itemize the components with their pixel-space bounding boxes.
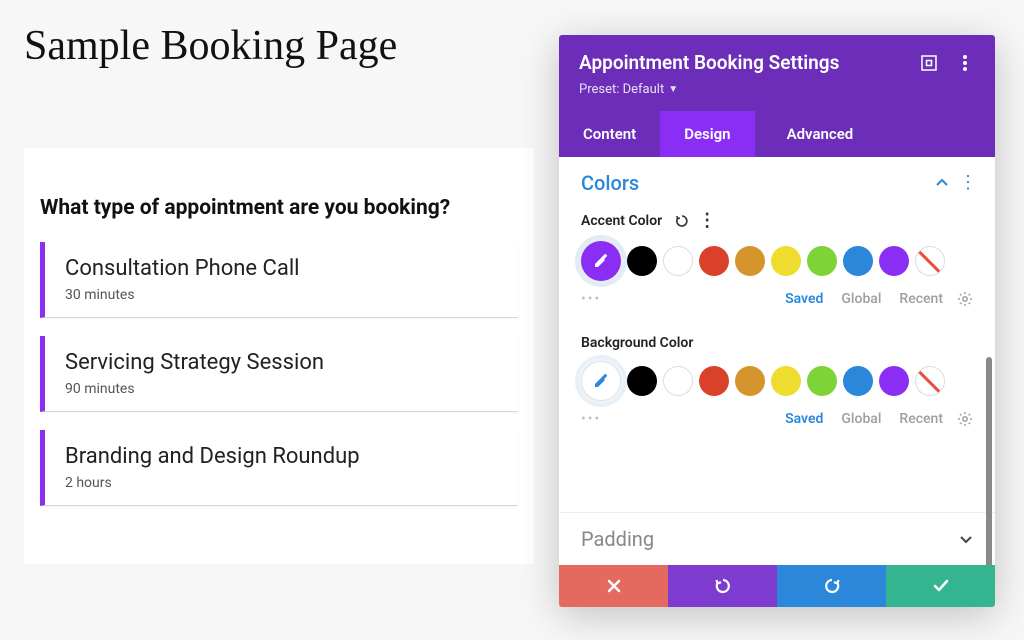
palette-tab-recent[interactable]: Recent: [899, 291, 943, 307]
color-swatch[interactable]: [627, 246, 657, 276]
panel-body: Colors ⋮ Accent Color ⋮: [559, 157, 995, 607]
undo-button[interactable]: [668, 565, 777, 607]
color-swatch[interactable]: [663, 246, 693, 276]
appointment-item[interactable]: Consultation Phone Call 30 minutes: [40, 242, 518, 318]
expand-icon[interactable]: [919, 53, 939, 73]
preset-label: Preset: Default: [579, 82, 664, 97]
color-swatch[interactable]: [735, 366, 765, 396]
padding-section-title: Padding: [581, 527, 959, 551]
panel-header: Appointment Booking Settings Preset: Def…: [559, 35, 995, 111]
section-more-icon[interactable]: ⋮: [959, 174, 977, 192]
cancel-button[interactable]: [559, 565, 668, 607]
background-swatch-row: [581, 361, 973, 401]
palette-tab-saved[interactable]: Saved: [785, 411, 823, 427]
color-swatch[interactable]: [735, 246, 765, 276]
chevron-down-icon[interactable]: [959, 532, 973, 546]
color-swatch[interactable]: [807, 246, 837, 276]
gear-icon[interactable]: [957, 291, 973, 307]
colors-section-header[interactable]: Colors ⋮: [559, 157, 995, 201]
redo-button[interactable]: [777, 565, 886, 607]
color-swatch[interactable]: [699, 246, 729, 276]
tab-content[interactable]: Content: [559, 111, 660, 157]
booking-card: What type of appointment are you booking…: [24, 148, 534, 564]
panel-title: Appointment Booking Settings: [579, 51, 903, 74]
palette-tab-saved[interactable]: Saved: [785, 291, 823, 307]
chevron-up-icon[interactable]: [935, 176, 949, 190]
color-swatch[interactable]: [879, 246, 909, 276]
panel-footer: [559, 565, 995, 607]
color-swatch[interactable]: [879, 366, 909, 396]
accent-swatch-row: [581, 241, 973, 281]
gear-icon[interactable]: [957, 411, 973, 427]
background-color-label: Background Color: [581, 335, 693, 351]
color-swatch[interactable]: [843, 366, 873, 396]
settings-panel: Appointment Booking Settings Preset: Def…: [559, 35, 995, 607]
appointment-item[interactable]: Branding and Design Roundup 2 hours: [40, 430, 518, 506]
eyedropper-button[interactable]: [581, 361, 621, 401]
color-swatch[interactable]: [843, 246, 873, 276]
eyedropper-button[interactable]: [581, 241, 621, 281]
drag-handle-icon[interactable]: •••: [581, 411, 601, 427]
tab-advanced[interactable]: Advanced: [755, 111, 878, 157]
tab-design[interactable]: Design: [660, 111, 754, 157]
color-swatch-none[interactable]: [915, 366, 945, 396]
color-swatch[interactable]: [771, 246, 801, 276]
preset-dropdown[interactable]: Preset: Default ▼: [579, 82, 975, 97]
palette-tab-global[interactable]: Global: [841, 411, 881, 427]
colors-section-title: Colors: [581, 171, 935, 195]
color-swatch-none[interactable]: [915, 246, 945, 276]
appointment-title: Servicing Strategy Session: [65, 350, 500, 375]
more-icon[interactable]: [955, 53, 975, 73]
color-swatch[interactable]: [699, 366, 729, 396]
appointment-item[interactable]: Servicing Strategy Session 90 minutes: [40, 336, 518, 412]
appointment-duration: 2 hours: [65, 475, 500, 491]
appointment-title: Consultation Phone Call: [65, 256, 500, 281]
drag-handle-icon[interactable]: •••: [581, 291, 601, 307]
color-swatch[interactable]: [627, 366, 657, 396]
appointment-duration: 30 minutes: [65, 287, 500, 303]
accent-color-block: Accent Color ⋮ ••: [559, 201, 995, 307]
background-color-block: Background Color ••• Saved Gl: [559, 325, 995, 427]
appointment-duration: 90 minutes: [65, 381, 500, 397]
palette-tab-global[interactable]: Global: [841, 291, 881, 307]
panel-tabs: Content Design Advanced: [559, 111, 995, 157]
reset-icon[interactable]: [672, 211, 692, 231]
color-swatch[interactable]: [663, 366, 693, 396]
field-more-icon[interactable]: ⋮: [698, 212, 716, 230]
palette-tab-recent[interactable]: Recent: [899, 411, 943, 427]
color-swatch[interactable]: [771, 366, 801, 396]
booking-question: What type of appointment are you booking…: [40, 196, 518, 220]
padding-section-header[interactable]: Padding: [559, 512, 995, 565]
chevron-down-icon: ▼: [668, 84, 678, 95]
accent-color-label: Accent Color: [581, 213, 662, 229]
save-button[interactable]: [886, 565, 995, 607]
color-swatch[interactable]: [807, 366, 837, 396]
appointment-title: Branding and Design Roundup: [65, 444, 500, 469]
